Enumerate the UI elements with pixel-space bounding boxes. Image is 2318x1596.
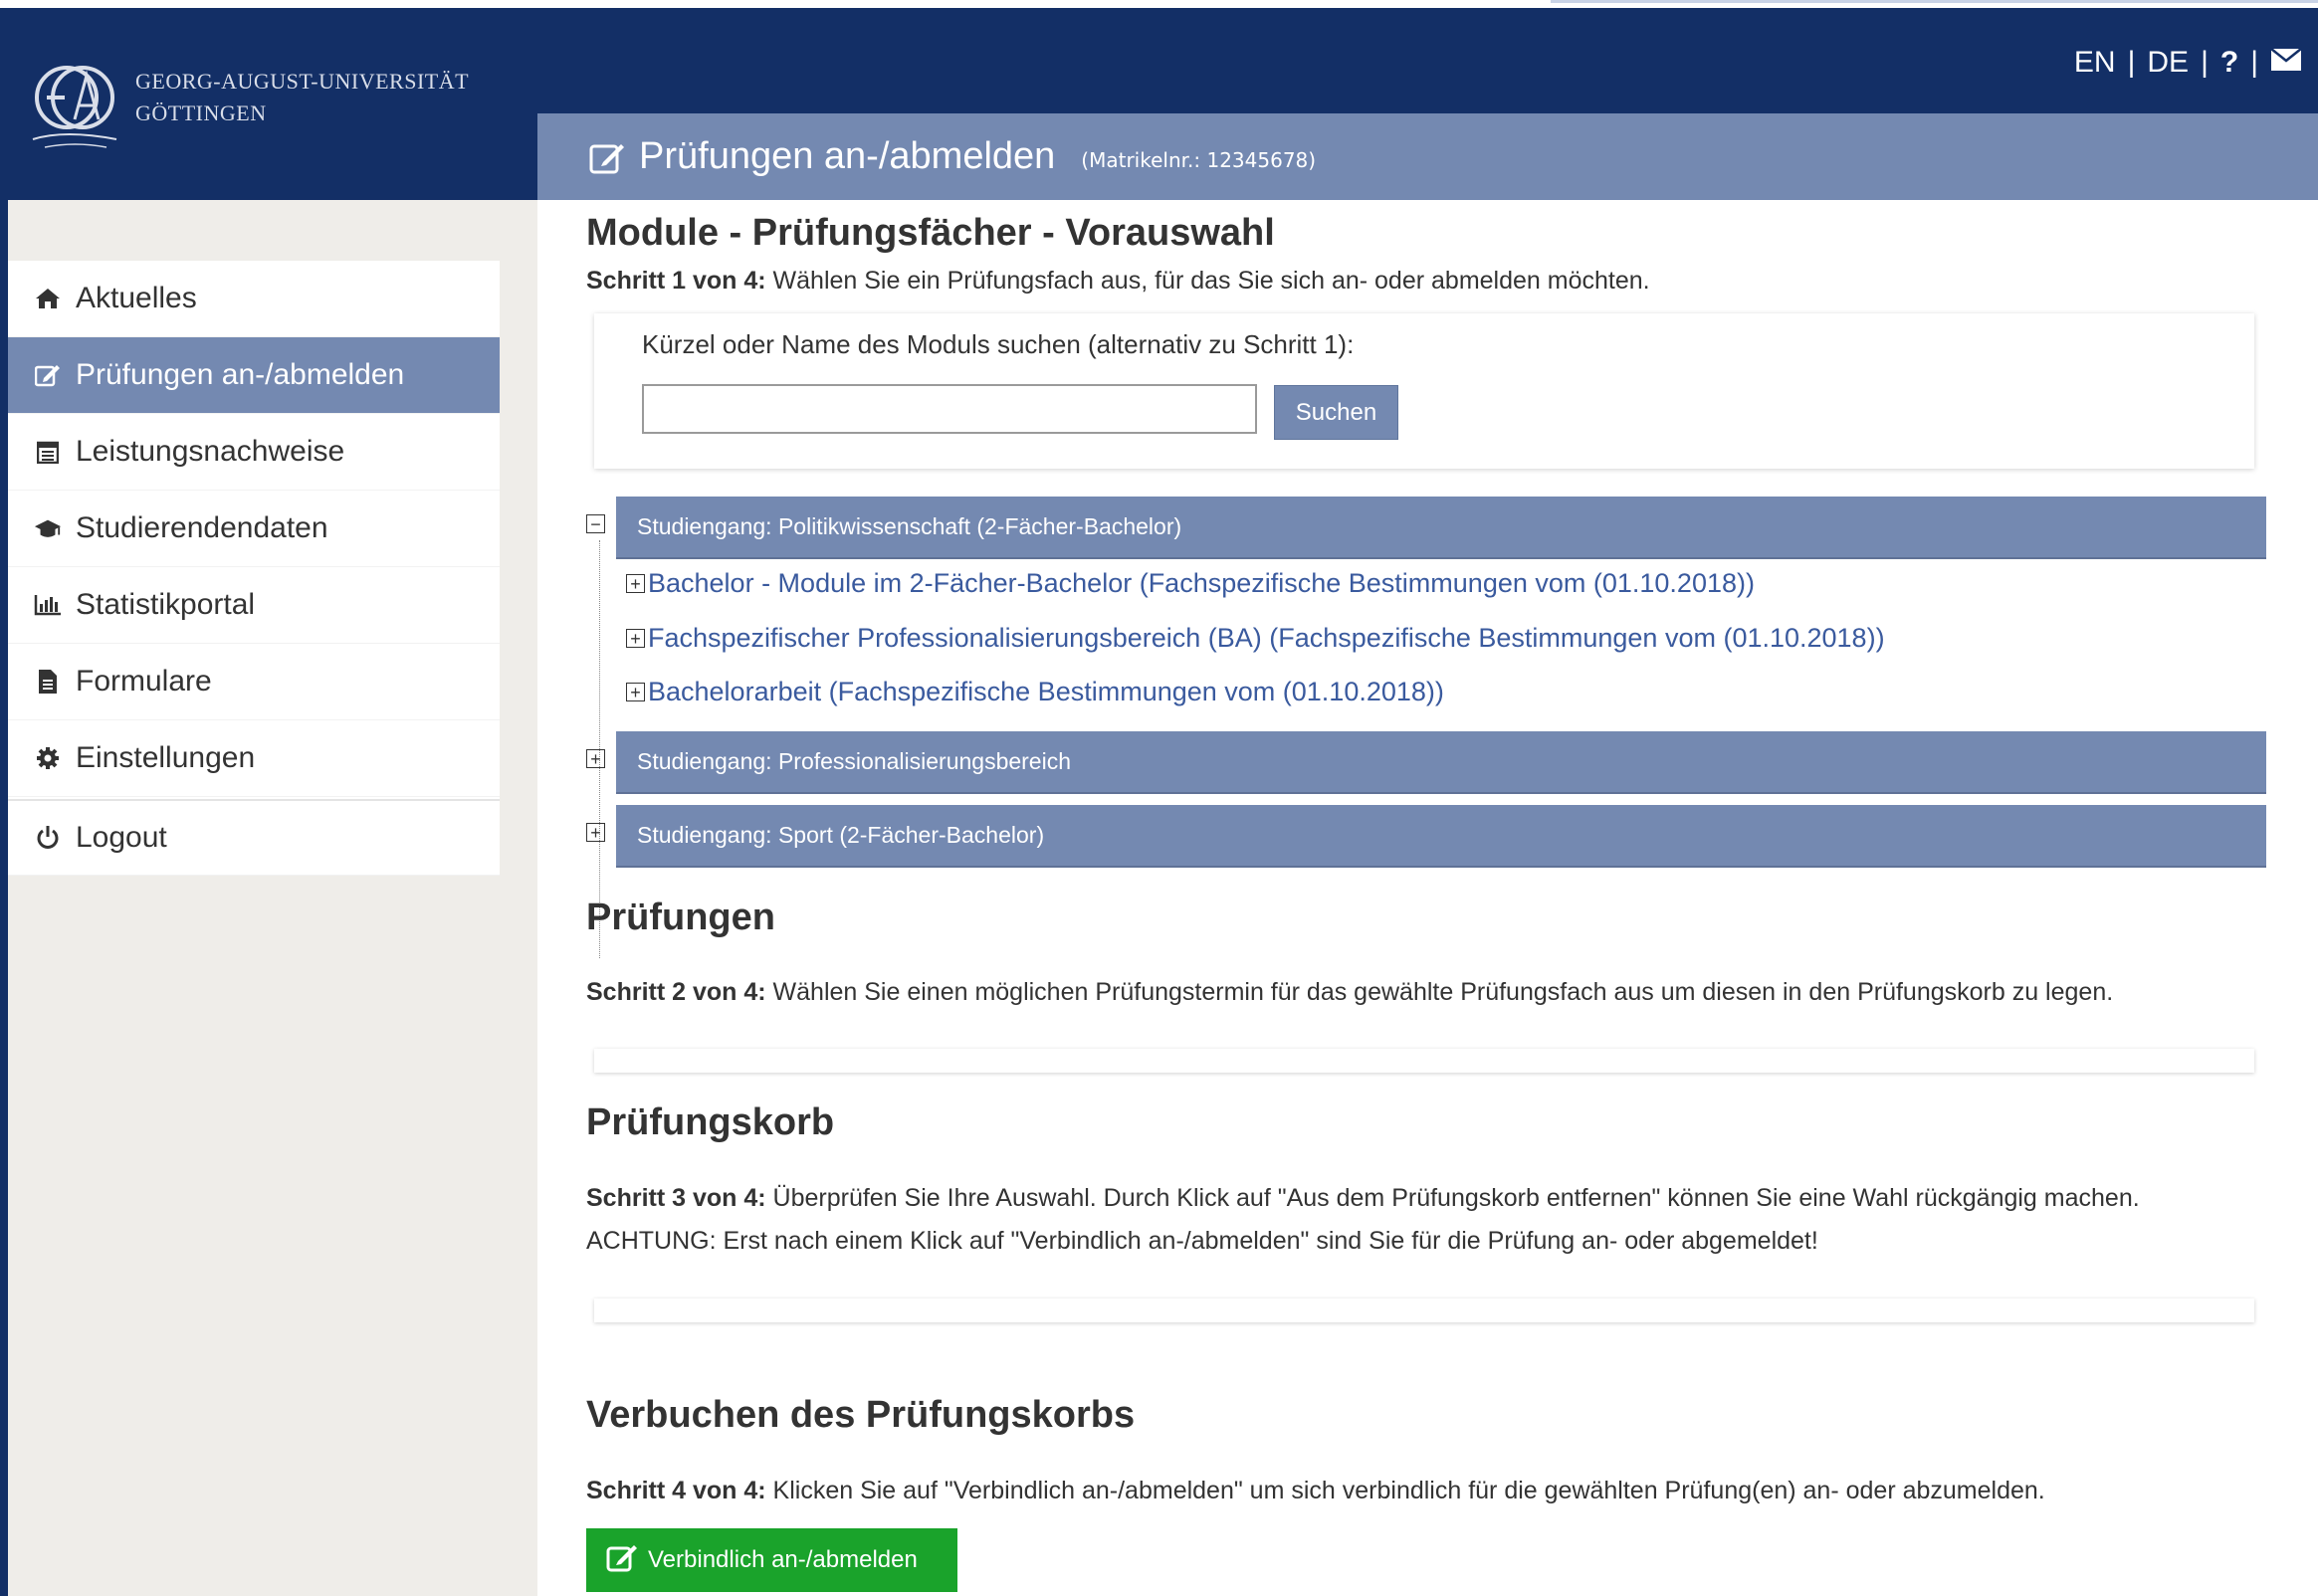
expand-icon[interactable]: + [586, 823, 605, 842]
sidebar-item-einstellungen[interactable]: Einstellungen [8, 720, 500, 797]
section-heading-pruefungskorb: Prüfungskorb [586, 1101, 835, 1143]
sidebar-item-label: Aktuelles [76, 282, 197, 314]
warning-text: ACHTUNG: Erst nach einem Klick auf "Verb… [586, 1227, 1818, 1255]
page-title-bar: Prüfungen an-/abmelden (Matrikelnr.: 123… [537, 113, 2318, 200]
tree-item-professionalisierungsbereich-ba[interactable]: + Fachspezifischer Professionalisierungsb… [626, 623, 1885, 654]
sidebar-item-label: Statistikportal [76, 588, 256, 621]
sidebar-item-statistikportal[interactable]: Statistikportal [8, 567, 500, 644]
step-description: Wählen Sie einen möglichen Prüfungstermi… [765, 978, 2114, 1006]
logout-label: Logout [76, 821, 167, 854]
section-heading-verbuchen: Verbuchen des Prüfungskorbs [586, 1394, 1136, 1436]
university-name-line2: GÖTTINGEN [135, 100, 267, 125]
gear-icon [34, 746, 62, 770]
edit-icon [606, 1542, 638, 1579]
calendar-icon [34, 440, 62, 464]
bar-chart-icon [34, 594, 62, 616]
power-icon [34, 825, 62, 851]
step-description: Klicken Sie auf "Verbindlich an-/abmelde… [765, 1477, 2045, 1504]
submit-button-label: Verbindlich an-/abmelden [648, 1546, 918, 1573]
sidebar-item-leistungsnachweise[interactable]: Leistungsnachweise [8, 414, 500, 491]
edit-icon [589, 140, 625, 174]
sidebar-item-label: Prüfungen an-/abmelden [76, 358, 405, 391]
tree-item-bachelor-module[interactable]: + Bachelor - Module im 2-Fächer-Bachelor … [626, 568, 1755, 599]
university-logo[interactable] [25, 58, 124, 151]
tree-group-sport[interactable]: Studiengang: Sport (2-Fächer-Bachelor) [616, 805, 2266, 868]
tree-group-label: Studiengang: Sport (2-Fächer-Bachelor) [637, 822, 1045, 848]
collapse-icon[interactable]: − [586, 514, 605, 533]
step3-text: Schritt 3 von 4: Überprüfen Sie Ihre Aus… [586, 1177, 2140, 1219]
sidebar-nav: Aktuelles Prüfungen an-/abmelden Leistun… [8, 261, 500, 876]
step2-text: Schritt 2 von 4: Wählen Sie einen möglic… [586, 971, 2113, 1013]
section-heading-pruefungen: Prüfungen [586, 897, 775, 938]
exam-list-panel [594, 1049, 2254, 1073]
sidebar-item-aktuelles[interactable]: Aktuelles [8, 261, 500, 337]
step-description: Wählen Sie ein Prüfungsfach aus, für das… [765, 267, 1650, 295]
lang-en-link[interactable]: EN [2074, 46, 2116, 80]
step-label: Schritt 4 von 4: [586, 1477, 766, 1504]
step-label: Schritt 2 von 4: [586, 978, 766, 1006]
top-accent-line [1551, 0, 2318, 3]
exam-basket-panel [594, 1298, 2254, 1322]
university-name: GEORG-AUGUST-UNIVERSITÄT GÖTTINGEN [135, 66, 469, 129]
tree-item-label: Fachspezifischer Professionalisierungsbe… [648, 623, 1885, 653]
expand-icon[interactable]: + [626, 629, 645, 648]
header-links: EN | DE | ? | [2074, 46, 2302, 80]
file-icon [34, 669, 62, 695]
step4-text: Schritt 4 von 4: Klicken Sie auf "Verbin… [586, 1470, 2045, 1511]
module-search-input[interactable] [642, 384, 1257, 434]
tree-group-label: Studiengang: Politikwissenschaft (2-Fäch… [637, 513, 1182, 539]
expand-icon[interactable]: + [626, 574, 645, 593]
step-label: Schritt 1 von 4: [586, 267, 766, 295]
sidebar-item-label: Leistungsnachweise [76, 435, 345, 468]
tree-group-politikwissenschaft[interactable]: Studiengang: Politikwissenschaft (2-Fäch… [616, 497, 2266, 559]
section-heading-vorauswahl: Module - Prüfungsfächer - Vorauswahl [586, 212, 1275, 254]
page-title: Prüfungen an-/abmelden [639, 135, 1056, 177]
separator: | [2127, 46, 2136, 79]
matrikel-number: (Matrikelnr.: 12345678) [1081, 147, 1317, 172]
left-edge-bar [0, 8, 8, 1596]
expand-icon[interactable]: + [586, 749, 605, 768]
mail-icon[interactable] [2270, 46, 2302, 80]
search-button[interactable]: Suchen [1274, 385, 1398, 440]
step1-text: Schritt 1 von 4: Wählen Sie ein Prüfungs… [586, 260, 1650, 301]
search-label: Kürzel oder Name des Moduls suchen (alte… [642, 329, 1355, 359]
tree-group-label: Studiengang: Professionalisierungsbereic… [637, 748, 1072, 774]
step-description: Überprüfen Sie Ihre Auswahl. Durch Klick… [765, 1184, 2140, 1212]
tree-group-professionalisierungsbereich[interactable]: Studiengang: Professionalisierungsbereic… [616, 731, 2266, 794]
sidebar-item-formulare[interactable]: Formulare [8, 644, 500, 720]
university-name-line1: GEORG-AUGUST-UNIVERSITÄT [135, 69, 470, 94]
expand-icon[interactable]: + [626, 683, 645, 701]
step-label: Schritt 3 von 4: [586, 1184, 766, 1212]
sidebar-item-pruefungen[interactable]: Prüfungen an-/abmelden [8, 337, 500, 414]
module-search-panel: Kürzel oder Name des Moduls suchen (alte… [594, 313, 2254, 469]
sidebar-item-studierendendaten[interactable]: Studierendendaten [8, 491, 500, 567]
graduation-cap-icon [34, 517, 62, 539]
sidebar-item-label: Studierendendaten [76, 511, 328, 544]
home-icon [34, 288, 62, 309]
tree-item-label: Bachelorarbeit (Fachspezifische Bestimmu… [648, 677, 1444, 706]
submit-registration-button[interactable]: Verbindlich an-/abmelden [586, 1528, 957, 1592]
tree-item-label: Bachelor - Module im 2-Fächer-Bachelor (… [648, 568, 1755, 598]
help-link[interactable]: ? [2220, 46, 2238, 80]
separator: | [2250, 46, 2258, 79]
sidebar-item-label: Formulare [76, 665, 212, 698]
sidebar-item-label: Einstellungen [76, 741, 256, 774]
lang-de-link[interactable]: DE [2147, 46, 2189, 80]
logout-button[interactable]: Logout [8, 799, 500, 876]
tree-item-bachelorarbeit[interactable]: + Bachelorarbeit (Fachspezifische Bestimm… [626, 677, 1444, 707]
edit-icon [34, 363, 62, 387]
separator: | [2201, 46, 2209, 79]
